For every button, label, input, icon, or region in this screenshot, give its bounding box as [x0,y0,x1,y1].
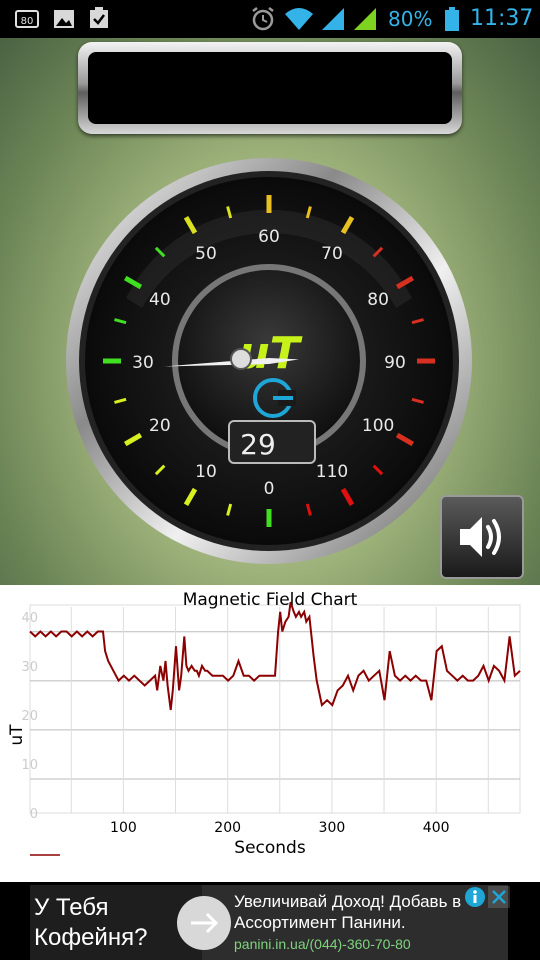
y-tick-label: 10 [21,758,38,773]
arrow-right-icon[interactable] [176,895,232,951]
meter-panel: 0 10 20 30 40 50 60 70 80 90 100 110 uT 29 [0,38,540,585]
value-readout: 29 [240,428,276,461]
clipboard-check-icon [90,7,108,28]
gauge: 0102030405060708090100110 uT 29 [66,158,472,564]
gauge-scale-label: 30 [132,353,154,373]
image-icon [54,10,74,28]
digital-display [78,42,462,134]
x-tick-labels: 100 200 300 400 [110,820,450,836]
info-icon[interactable] [464,886,486,908]
sound-toggle-button[interactable] [440,495,524,579]
ad-url[interactable]: panini.in.ua/(044)-360-70-80 [234,936,411,952]
y-tick-label: 20 [21,709,38,724]
gauge-scale-label: 40 [149,290,171,310]
ad-right-panel[interactable]: Увеличивай Доход! Добавь в Ассортимент П… [202,885,508,960]
gauge-scale-label: 80 [367,290,389,310]
gauge-scale-label: 50 [195,244,217,264]
close-icon[interactable] [488,886,510,908]
status-bar: 80 80% 11:37 [0,0,540,38]
alarm-icon [252,7,274,31]
gauge-scale-label: 10 [195,462,217,482]
gauge-scale-label: 60 [258,227,280,247]
svg-text:80: 80 [21,16,34,27]
gauge-scale-label: 110 [316,462,348,482]
speaker-icon [460,517,501,557]
needle-hub [230,348,252,370]
y-tick-label: 40 [21,611,38,626]
gauge-scale-label: 70 [321,244,343,264]
y-tick-label: 0 [30,807,38,822]
signal-icon [354,8,376,30]
battery-percent: 80% [388,7,433,31]
x-tick-label: 100 [110,820,137,836]
hd-icon: 80 [15,10,39,28]
clock: 11:37 [470,6,534,31]
magnetic-field-chart: 0 10 20 30 40 100 200 300 400 Magnetic Field Ch… [0,585,540,882]
x-tick-label: 400 [423,820,450,836]
display-screen [88,52,452,124]
x-axis-label: Seconds [234,838,306,858]
gauge-scale-label: 100 [362,416,394,436]
signal-icon [322,8,344,30]
wifi-icon [285,8,313,30]
gauge-scale-label: 20 [149,416,171,436]
gauge-scale-label: 0 [264,479,275,499]
gauge-scale-label: 90 [384,353,406,373]
y-axis-label: uT [7,724,27,746]
x-tick-label: 200 [214,820,241,836]
y-tick-label: 30 [21,660,38,675]
ad-banner[interactable]: У Тебя Кофейня? Увеличивай Доход! Добавь… [0,882,540,960]
x-tick-label: 300 [319,820,346,836]
chart-title: Magnetic Field Chart [183,590,358,610]
ad-left-text: У Тебя Кофейня? [34,894,148,951]
battery-icon [445,7,459,31]
chart-svg: 0 10 20 30 40 100 200 300 400 Magnetic Field Ch… [7,590,521,858]
